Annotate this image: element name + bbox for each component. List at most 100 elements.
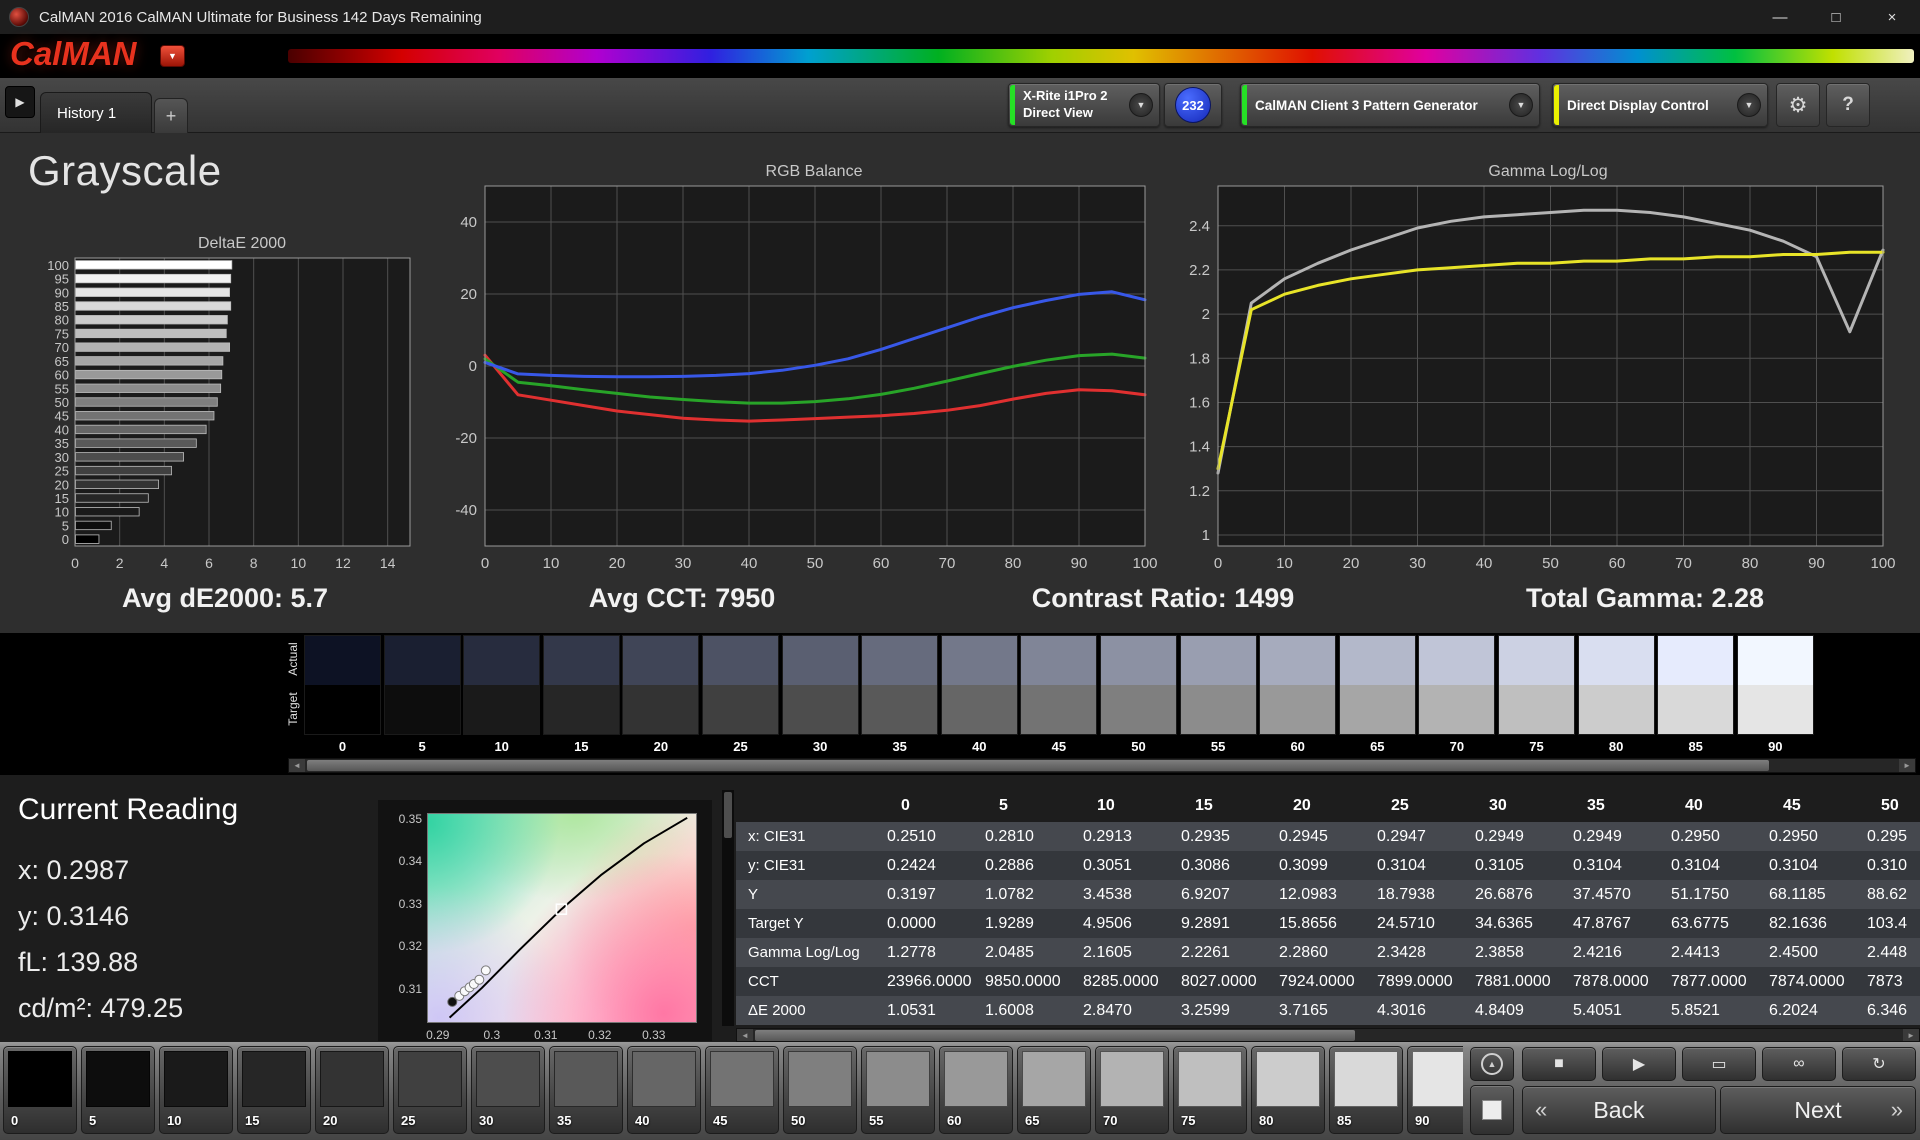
logo-dropdown-button[interactable]: ▼ [160, 45, 185, 67]
deltae-bar [75, 438, 197, 448]
deltae-bar [75, 424, 207, 435]
tab-history-1[interactable]: History 1 [40, 92, 152, 133]
display-control-dropdown[interactable]: Direct Display Control ▼ [1552, 83, 1768, 127]
table-row-label: Gamma Log/Log [748, 944, 860, 961]
y-tick-label: 1.4 [1189, 439, 1210, 456]
cie-y-tick-label: 0.35 [398, 811, 422, 826]
table-cell: 0.3104 [1671, 856, 1720, 874]
pattern-level-button-25[interactable]: 25 [393, 1046, 467, 1134]
table-scrollbar[interactable]: ◄ ► [736, 1028, 1920, 1042]
swatch-strip-scrollbar[interactable]: ◄ ► [288, 758, 1916, 773]
next-button[interactable]: Next » [1720, 1086, 1916, 1134]
pattern-level-button-40[interactable]: 40 [627, 1046, 701, 1134]
grayscale-swatch-60: 60 [1259, 635, 1337, 754]
pattern-level-label: 90 [1415, 1113, 1430, 1128]
pattern-level-button-85[interactable]: 85 [1329, 1046, 1403, 1134]
scrollbar-thumb[interactable] [307, 760, 1769, 771]
pattern-level-button-10[interactable]: 10 [159, 1046, 233, 1134]
add-tab-button[interactable]: + [154, 98, 188, 133]
pattern-level-button-75[interactable]: 75 [1173, 1046, 1247, 1134]
actual-patch [1578, 636, 1654, 685]
table-cell: 34.6365 [1475, 914, 1533, 932]
x-tick-label: 10 [1276, 555, 1293, 572]
pattern-generator-dropdown[interactable]: CalMAN Client 3 Pattern Generator ▼ [1240, 83, 1540, 127]
meter-count-badge: 232 [1175, 87, 1211, 123]
reset-button[interactable]: ↻ [1842, 1047, 1916, 1081]
scroll-left-icon[interactable]: ◄ [737, 1029, 753, 1041]
pattern-swatch [944, 1051, 1008, 1107]
table-row-4: Gamma Log/Log 1.2778 2.0485 2.1605 2.2261 2.2… [736, 938, 1920, 967]
scrollbar-thumb[interactable] [755, 1030, 1355, 1041]
pattern-level-button-50[interactable]: 50 [783, 1046, 857, 1134]
scroll-right-icon[interactable]: ► [1903, 1029, 1919, 1041]
pattern-level-button-45[interactable]: 45 [705, 1046, 779, 1134]
table-cell: 103.4 [1867, 914, 1908, 932]
stop-button[interactable]: ■ [1522, 1047, 1596, 1081]
pattern-level-button-70[interactable]: 70 [1095, 1046, 1169, 1134]
pattern-level-button-80[interactable]: 80 [1251, 1046, 1325, 1134]
pattern-level-label: 5 [89, 1113, 97, 1128]
pattern-level-button-15[interactable]: 15 [237, 1046, 311, 1134]
pattern-level-button-20[interactable]: 20 [315, 1046, 389, 1134]
continuous-measure-button[interactable]: ∞ [1762, 1047, 1836, 1081]
swatch-label: 80 [1608, 739, 1624, 754]
pattern-level-button-0[interactable]: 0 [3, 1046, 77, 1134]
x-tick-label: 60 [873, 555, 890, 572]
table-cell: 1.9289 [985, 914, 1034, 932]
meter-status-button[interactable]: 232 [1164, 83, 1222, 127]
table-column-header: 15 [1195, 797, 1213, 814]
stat-contrast-ratio: Contrast Ratio: 1499 [1031, 583, 1295, 613]
pattern-level-button-60[interactable]: 60 [939, 1046, 1013, 1134]
table-cell: 68.1185 [1769, 885, 1826, 903]
settings-gear-icon[interactable]: ⚙ [1776, 83, 1820, 127]
play-button[interactable]: ▶ [1602, 1047, 1676, 1081]
scrollbar-thumb[interactable] [724, 792, 732, 838]
pattern-level-button-65[interactable]: 65 [1017, 1046, 1091, 1134]
x-tick-label: 80 [1742, 555, 1759, 572]
reading-cdm2: cd/m²: 479.25 [18, 993, 184, 1023]
pattern-strip-up-button[interactable]: ▲ [1470, 1047, 1514, 1081]
pattern-size-button[interactable]: ▭ [1682, 1047, 1756, 1081]
pattern-level-button-30[interactable]: 30 [471, 1046, 545, 1134]
actual-patch [1658, 636, 1734, 685]
back-button[interactable]: « Back [1522, 1086, 1716, 1134]
actual-patch [1180, 636, 1256, 685]
measurement-table: 0 5 10 15 20 25 30 35 40 45 50 x: CIE31 0.2510 0.2810… [736, 790, 1920, 1025]
window-controls: — □ × [1752, 0, 1920, 34]
deltae-bar [75, 520, 112, 531]
help-button[interactable]: ? [1826, 83, 1870, 127]
swatch-label: 75 [1529, 739, 1544, 754]
close-icon[interactable]: × [1864, 0, 1920, 34]
table-cell: 2.3428 [1377, 943, 1426, 961]
grayscale-swatch-80: 80 [1577, 635, 1655, 754]
cie-x-tick-label: 0.32 [588, 1028, 612, 1042]
scroll-right-icon[interactable]: ► [1899, 759, 1915, 772]
calman-logo: CalMAN [10, 35, 137, 72]
scroll-left-icon[interactable]: ◄ [289, 759, 305, 772]
table-vertical-scrollbar[interactable] [722, 790, 734, 1026]
table-cell: 0.3104 [1769, 856, 1818, 874]
pattern-level-button-5[interactable]: 5 [81, 1046, 155, 1134]
grayscale-swatch-35: 35 [861, 635, 939, 754]
table-cell: 0.2886 [985, 856, 1034, 874]
chevron-down-icon: ▼ [1737, 93, 1761, 117]
chevron-down-icon: ▼ [1129, 93, 1153, 117]
x-tick-label: 8 [250, 555, 258, 571]
pattern-window-button[interactable] [1470, 1085, 1514, 1135]
pattern-level-label: 35 [557, 1113, 572, 1128]
table-cell: 0.310 [1867, 856, 1908, 874]
minimize-icon[interactable]: — [1752, 0, 1808, 34]
expand-panel-button[interactable]: ▶ [5, 86, 35, 118]
maximize-icon[interactable]: □ [1808, 0, 1864, 34]
rainbow-gradient-bar [288, 49, 1914, 63]
meter-dropdown[interactable]: X-Rite i1Pro 2 Direct View ▼ [1008, 83, 1160, 127]
grayscale-swatch-25: 25 [702, 635, 779, 754]
table-cell: 2.3858 [1475, 943, 1524, 961]
pattern-level-button-35[interactable]: 35 [549, 1046, 623, 1134]
table-column-header: 35 [1587, 797, 1605, 814]
table-cell: 1.6008 [985, 1001, 1034, 1019]
table-row-label: ΔE 2000 [748, 1002, 806, 1019]
pattern-level-button-55[interactable]: 55 [861, 1046, 935, 1134]
table-cell: 8285.0000 [1083, 972, 1159, 990]
pattern-swatch [554, 1051, 618, 1107]
